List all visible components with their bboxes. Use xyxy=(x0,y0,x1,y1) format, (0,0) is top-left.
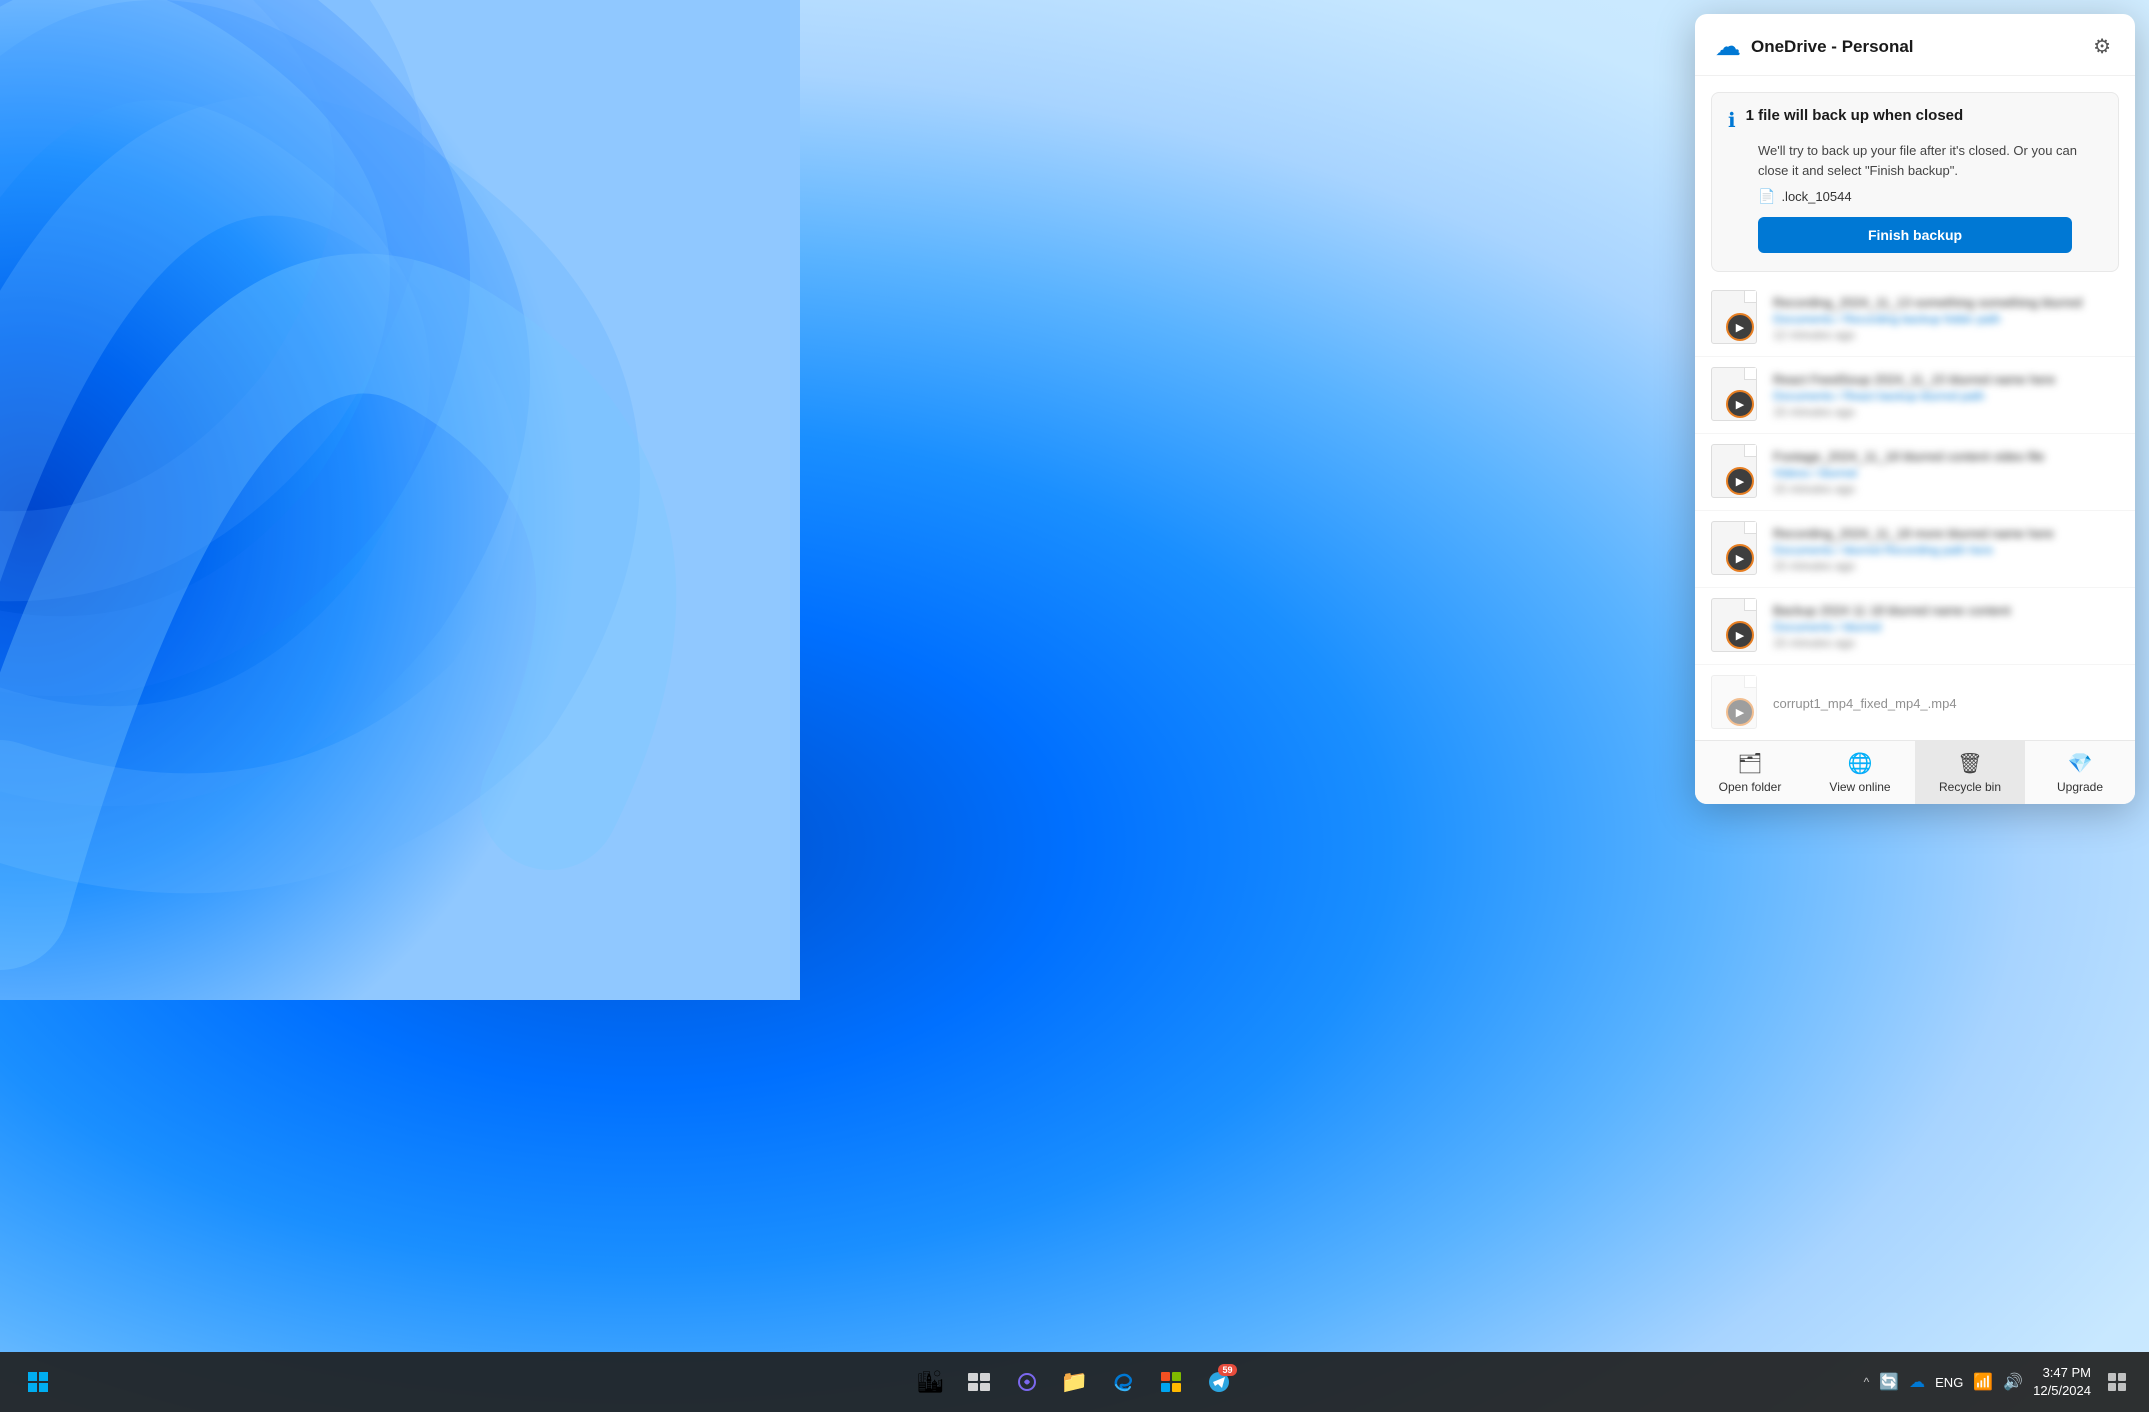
file-item[interactable]: ▶ Recording_2024_11_13 something somethi… xyxy=(1695,280,2135,357)
wallpaper-swirl xyxy=(0,0,800,1000)
tray-volume-icon[interactable]: 🔊 xyxy=(2003,1372,2023,1392)
edge-button[interactable] xyxy=(1101,1360,1145,1404)
nav-recycle-bin-label: Recycle bin xyxy=(1939,780,2001,794)
file-item-time: 15 minutes ago xyxy=(1773,636,2119,650)
onedrive-logo-icon: ☁ xyxy=(1715,31,1741,62)
play-icon: ▶ xyxy=(1726,390,1754,418)
nav-upgrade-label: Upgrade xyxy=(2057,780,2103,794)
play-icon: ▶ xyxy=(1726,313,1754,341)
copilot-button[interactable] xyxy=(1005,1360,1049,1404)
notification-button[interactable] xyxy=(2101,1360,2133,1404)
system-clock[interactable]: 3:47 PM 12/5/2024 xyxy=(2033,1364,2091,1400)
play-icon: ▶ xyxy=(1726,621,1754,649)
clock-time: 3:47 PM xyxy=(2033,1364,2091,1382)
play-icon: ▶ xyxy=(1726,467,1754,495)
file-item-info: React FeedSoup 2024_11_15 blurred name h… xyxy=(1773,372,2119,419)
file-item-path: Documents / Recording backup folder path xyxy=(1773,312,2119,326)
file-thumbnail: ▶ xyxy=(1711,521,1761,577)
nav-upgrade[interactable]: 💎 Upgrade xyxy=(2025,741,2135,804)
file-item-time: 15 minutes ago xyxy=(1773,559,2119,573)
file-item-time: 15 minutes ago xyxy=(1773,405,2119,419)
file-item-name: Backup 2024 11 18 blurred name content xyxy=(1773,603,2119,618)
file-item-info: corrupt1_mp4_fixed_mp4_.mp4 xyxy=(1773,696,2119,711)
panel-nav: 🗂 Open folder 🌐 View online 🗑 Recycle bi… xyxy=(1695,740,2135,804)
store-icon xyxy=(1160,1371,1182,1393)
nav-open-folder[interactable]: 🗂 Open folder xyxy=(1695,741,1805,804)
upgrade-icon: 💎 xyxy=(2068,751,2093,776)
taskbar: 🏙 📁 xyxy=(0,1352,2149,1412)
locked-file-name: .lock_10544 xyxy=(1781,189,1851,204)
store-button[interactable] xyxy=(1149,1360,1193,1404)
tray-wifi-icon[interactable]: 📶 xyxy=(1973,1372,1993,1392)
info-card-title: 1 file will back up when closed xyxy=(1746,107,1964,124)
onedrive-panel: ☁ OneDrive - Personal ⚙ ℹ 1 file will ba… xyxy=(1695,14,2135,804)
open-folder-icon: 🗂 xyxy=(1737,751,1762,776)
play-icon: ▶ xyxy=(1726,544,1754,572)
tray-language: ENG xyxy=(1935,1375,1963,1390)
tray-onedrive-icon[interactable]: ☁ xyxy=(1909,1372,1925,1392)
file-item-name: corrupt1_mp4_fixed_mp4_.mp4 xyxy=(1773,696,2119,711)
file-item-path: Videos / blurred xyxy=(1773,466,2119,480)
settings-icon[interactable]: ⚙ xyxy=(2089,30,2115,63)
file-item[interactable]: ▶ Recording_2024_11_18 more blurred name… xyxy=(1695,511,2135,588)
file-thumbnail: ▶ xyxy=(1711,290,1761,346)
file-item-info: Backup 2024 11 18 blurred name content D… xyxy=(1773,603,2119,650)
file-item-name: React FeedSoup 2024_11_15 blurred name h… xyxy=(1773,372,2119,387)
file-thumbnail: ▶ xyxy=(1711,675,1761,731)
finish-backup-button[interactable]: Finish backup xyxy=(1758,217,2072,253)
info-card-description: We'll try to back up your file after it'… xyxy=(1728,141,2102,180)
copilot-icon xyxy=(1016,1371,1038,1393)
panel-title-group: ☁ OneDrive - Personal xyxy=(1715,31,1914,62)
nav-view-online-label: View online xyxy=(1829,780,1890,794)
nav-view-online[interactable]: 🌐 View online xyxy=(1805,741,1915,804)
file-item-path: Documents / blurred xyxy=(1773,620,2119,634)
file-item[interactable]: ▶ React FeedSoup 2024_11_15 blurred name… xyxy=(1695,357,2135,434)
locked-file-row: 📄 .lock_10544 xyxy=(1728,188,2102,205)
panel-title: OneDrive - Personal xyxy=(1751,37,1914,57)
file-item-path: Documents / blurred Recording path here xyxy=(1773,543,2119,557)
widgets-button[interactable]: 🏙 xyxy=(909,1360,953,1404)
info-card-header: ℹ 1 file will back up when closed xyxy=(1728,107,2102,133)
edge-icon xyxy=(1112,1371,1134,1393)
nav-recycle-bin[interactable]: 🗑 Recycle bin xyxy=(1915,741,2025,804)
file-item-time: 15 minutes ago xyxy=(1773,482,2119,496)
windows-icon xyxy=(28,1372,48,1392)
info-icon: ℹ xyxy=(1728,108,1736,133)
tray-refresh-icon[interactable]: 🔄 xyxy=(1879,1372,1899,1392)
file-item[interactable]: ▶ Backup 2024 11 18 blurred name content… xyxy=(1695,588,2135,665)
taskbar-center: 🏙 📁 xyxy=(909,1360,1241,1404)
telegram-badge: 59 xyxy=(1218,1364,1236,1376)
file-item[interactable]: ▶ corrupt1_mp4_fixed_mp4_.mp4 xyxy=(1695,665,2135,740)
recycle-bin-icon: 🗑 xyxy=(1957,751,1982,776)
file-thumbnail: ▶ xyxy=(1711,444,1761,500)
file-explorer-button[interactable]: 📁 xyxy=(1053,1360,1097,1404)
panel-header: ☁ OneDrive - Personal ⚙ xyxy=(1695,14,2135,76)
task-view-button[interactable] xyxy=(957,1360,1001,1404)
locked-file-icon: 📄 xyxy=(1758,188,1775,205)
file-list: ▶ Recording_2024_11_13 something somethi… xyxy=(1695,280,2135,740)
task-view-icon xyxy=(968,1373,990,1391)
notification-icon xyxy=(2108,1373,2126,1391)
nav-open-folder-label: Open folder xyxy=(1719,780,1782,794)
clock-date: 12/5/2024 xyxy=(2033,1382,2091,1400)
file-item-time: 12 minutes ago xyxy=(1773,328,2119,342)
info-card: ℹ 1 file will back up when closed We'll … xyxy=(1711,92,2119,272)
file-thumbnail: ▶ xyxy=(1711,598,1761,654)
file-item-name: Recording_2024_11_13 something something… xyxy=(1773,295,2119,310)
start-button[interactable] xyxy=(16,1360,60,1404)
file-item-name: Recording_2024_11_18 more blurred name h… xyxy=(1773,526,2119,541)
file-item-name: Footage_2024_11_18 blurred content video… xyxy=(1773,449,2119,464)
tray-chevron[interactable]: ^ xyxy=(1864,1375,1870,1389)
play-icon: ▶ xyxy=(1726,698,1754,726)
telegram-button[interactable]: 59 xyxy=(1197,1360,1241,1404)
file-item-info: Recording_2024_11_18 more blurred name h… xyxy=(1773,526,2119,573)
file-item-info: Footage_2024_11_18 blurred content video… xyxy=(1773,449,2119,496)
file-thumbnail: ▶ xyxy=(1711,367,1761,423)
taskbar-right: ^ 🔄 ☁ ENG 📶 🔊 3:47 PM 12/5/2024 xyxy=(1864,1360,2133,1404)
view-online-icon: 🌐 xyxy=(1848,751,1873,776)
taskbar-left xyxy=(16,1360,60,1404)
file-item[interactable]: ▶ Footage_2024_11_18 blurred content vid… xyxy=(1695,434,2135,511)
file-item-info: Recording_2024_11_13 something something… xyxy=(1773,295,2119,342)
file-item-path: Documents / React backup blurred path xyxy=(1773,389,2119,403)
